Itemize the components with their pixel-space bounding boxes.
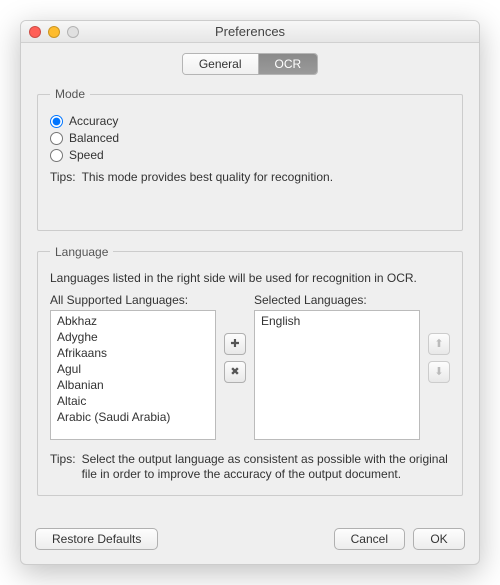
list-item[interactable]: Adyghe xyxy=(55,329,213,345)
footer-right-buttons: Cancel OK xyxy=(334,528,465,550)
mode-legend: Mode xyxy=(50,87,90,101)
minimize-icon[interactable] xyxy=(48,26,60,38)
radio-speed-label: Speed xyxy=(69,148,104,162)
arrow-up-icon: ⬆ xyxy=(434,337,443,350)
list-item[interactable]: English xyxy=(259,313,417,329)
ok-button[interactable]: OK xyxy=(413,528,465,550)
radio-accuracy[interactable] xyxy=(50,115,63,128)
add-language-button[interactable]: ✚ xyxy=(224,333,246,355)
list-item[interactable]: Afrikaans xyxy=(55,345,213,361)
selected-languages-list[interactable]: English xyxy=(254,310,420,440)
selected-languages-column: Selected Languages: English xyxy=(254,293,420,440)
radio-speed[interactable] xyxy=(50,149,63,162)
language-columns: All Supported Languages: AbkhazAdygheAfr… xyxy=(50,293,450,440)
remove-icon: ✖ xyxy=(230,365,239,378)
language-tips-label: Tips: xyxy=(50,452,76,483)
tab-ocr[interactable]: OCR xyxy=(259,54,318,74)
mode-option-accuracy[interactable]: Accuracy xyxy=(50,114,450,128)
mode-option-balanced[interactable]: Balanced xyxy=(50,131,450,145)
content-area: General OCR Mode Accuracy Balanced Speed… xyxy=(21,43,479,522)
restore-defaults-button[interactable]: Restore Defaults xyxy=(35,528,158,550)
mode-tips: Tips: This mode provides best quality fo… xyxy=(50,170,450,186)
radio-accuracy-label: Accuracy xyxy=(69,114,118,128)
radio-balanced-label: Balanced xyxy=(69,131,119,145)
cancel-button[interactable]: Cancel xyxy=(334,528,405,550)
language-group: Language Languages listed in the right s… xyxy=(37,245,463,496)
mode-option-speed[interactable]: Speed xyxy=(50,148,450,162)
footer: Restore Defaults Cancel OK xyxy=(21,522,479,564)
language-legend: Language xyxy=(50,245,113,259)
move-down-button[interactable]: ⬇ xyxy=(428,361,450,383)
segmented-control: General OCR xyxy=(182,53,318,75)
remove-language-button[interactable]: ✖ xyxy=(224,361,246,383)
all-languages-list[interactable]: AbkhazAdygheAfrikaansAgulAlbanianAltaicA… xyxy=(50,310,216,440)
zoom-icon xyxy=(67,26,79,38)
close-icon[interactable] xyxy=(29,26,41,38)
radio-balanced[interactable] xyxy=(50,132,63,145)
reorder-buttons: ⬆ ⬇ xyxy=(428,293,450,383)
move-up-button[interactable]: ⬆ xyxy=(428,333,450,355)
plus-icon: ✚ xyxy=(230,337,239,350)
window-title: Preferences xyxy=(21,24,479,39)
mode-tips-text: This mode provides best quality for reco… xyxy=(82,170,333,186)
all-languages-column: All Supported Languages: AbkhazAdygheAfr… xyxy=(50,293,216,440)
list-item[interactable]: Abkhaz xyxy=(55,313,213,329)
language-tips-text: Select the output language as consistent… xyxy=(82,452,450,483)
language-tips: Tips: Select the output language as cons… xyxy=(50,452,450,483)
tab-bar: General OCR xyxy=(37,53,463,75)
list-item[interactable]: Arabic (Saudi Arabia) xyxy=(55,409,213,425)
mode-tips-label: Tips: xyxy=(50,170,76,186)
titlebar: Preferences xyxy=(21,21,479,43)
preferences-window: Preferences General OCR Mode Accuracy Ba… xyxy=(20,20,480,565)
tab-general[interactable]: General xyxy=(183,54,259,74)
transfer-buttons: ✚ ✖ xyxy=(224,293,246,383)
list-item[interactable]: Albanian xyxy=(55,377,213,393)
list-item[interactable]: Altaic xyxy=(55,393,213,409)
list-item[interactable]: Agul xyxy=(55,361,213,377)
window-controls xyxy=(29,26,79,38)
mode-group: Mode Accuracy Balanced Speed Tips: This … xyxy=(37,87,463,231)
selected-languages-label: Selected Languages: xyxy=(254,293,420,307)
all-languages-label: All Supported Languages: xyxy=(50,293,216,307)
language-description: Languages listed in the right side will … xyxy=(50,271,450,285)
arrow-down-icon: ⬇ xyxy=(434,365,443,378)
